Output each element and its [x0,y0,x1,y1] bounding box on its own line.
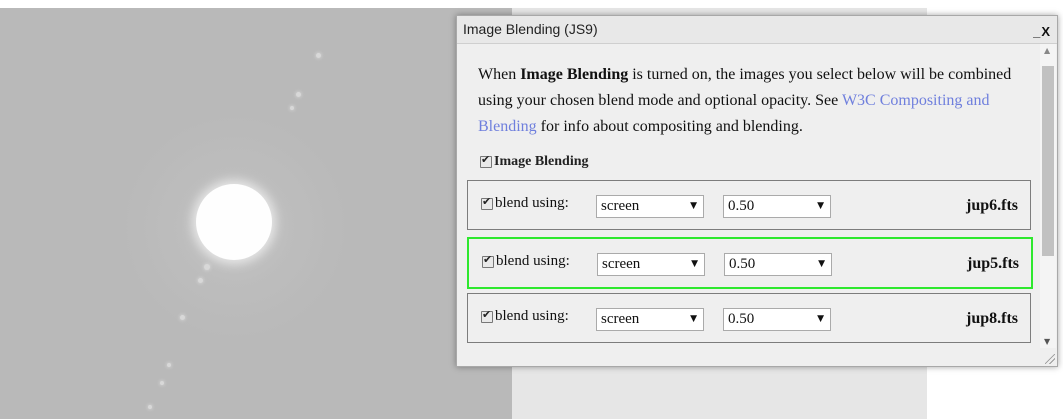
image-filename[interactable]: jup5.fts [967,255,1019,273]
dropdown-arrow-icon: ▼ [818,259,825,269]
blend-label: blend using: [495,308,569,324]
close-button[interactable]: X [1041,24,1051,39]
blend-mode-value: screen [601,311,640,327]
image-blending-toggle[interactable]: Image Blending [480,153,589,170]
resize-grip-icon[interactable] [1045,354,1055,364]
dropdown-arrow-icon: ▼ [691,259,698,269]
moon-dot [204,264,210,270]
dropdown-arrow-icon: ▼ [690,201,697,211]
dialog-title: Image Blending (JS9) [463,21,598,37]
moon-dot [160,381,164,385]
intro-text-end: for info about compositing and blending. [536,118,803,135]
image-blending-checkbox[interactable] [480,153,492,168]
image-blending-dialog: Image Blending (JS9) _X When Image Blend… [456,15,1058,367]
blend-toggle[interactable]: blend using: [482,253,570,270]
opacity-select[interactable]: 0.50 ▼ [724,253,832,276]
opacity-value: 0.50 [728,311,755,327]
image-display[interactable] [0,8,512,419]
blend-checkbox[interactable] [481,195,493,210]
dialog-titlebar[interactable]: Image Blending (JS9) _X [457,16,1057,44]
intro-text: When Image Blending is turned on, the im… [478,62,1018,140]
blend-mode-value: screen [602,256,641,272]
blend-toggle[interactable]: blend using: [481,195,569,212]
moon-dot [290,106,294,110]
opacity-select[interactable]: 0.50 ▼ [723,308,831,331]
moon-dot [198,278,203,283]
title-buttons: _X [1033,24,1051,39]
opacity-value: 0.50 [728,198,755,214]
blend-mode-value: screen [601,198,640,214]
scroll-thumb[interactable] [1042,66,1054,256]
blend-checkbox[interactable] [482,253,494,268]
moon-dot [316,53,321,58]
blend-mode-select[interactable]: screen ▼ [597,253,705,276]
moon-dot [296,92,301,97]
moon-dot [148,405,152,409]
dropdown-arrow-icon: ▼ [690,314,697,324]
image-filename[interactable]: jup8.fts [966,310,1018,328]
blend-toggle[interactable]: blend using: [481,308,569,325]
image-filename[interactable]: jup6.fts [966,197,1018,215]
blend-row: blend using: screen ▼ 0.50 ▼ jup6.fts [467,180,1031,230]
dropdown-arrow-icon: ▼ [817,201,824,211]
scroll-up-icon[interactable]: ▲ [1044,46,1050,55]
planet-jupiter [196,184,272,260]
blend-label: blend using: [496,253,570,269]
scroll-down-icon[interactable]: ▼ [1044,337,1050,346]
blend-row-active: blend using: screen ▼ 0.50 ▼ jup5.fts [467,237,1033,289]
blend-mode-select[interactable]: screen ▼ [596,308,704,331]
intro-bold-term: Image Blending [520,66,629,83]
moon-dot [167,363,171,367]
opacity-value: 0.50 [729,256,756,272]
dropdown-arrow-icon: ▼ [817,314,824,324]
blend-row: blend using: screen ▼ 0.50 ▼ jup8.fts [467,293,1031,343]
blend-label: blend using: [495,195,569,211]
intro-text-start: When [478,66,521,83]
blend-checkbox[interactable] [481,308,493,323]
vertical-scrollbar[interactable]: ▲ ▼ [1040,44,1056,348]
blend-mode-select[interactable]: screen ▼ [596,195,704,218]
opacity-select[interactable]: 0.50 ▼ [723,195,831,218]
dialog-content: When Image Blending is turned on, the im… [467,44,1039,348]
minimize-button[interactable]: _ [1033,24,1041,39]
moon-dot [180,315,185,320]
image-blending-label: Image Blending [494,154,589,169]
